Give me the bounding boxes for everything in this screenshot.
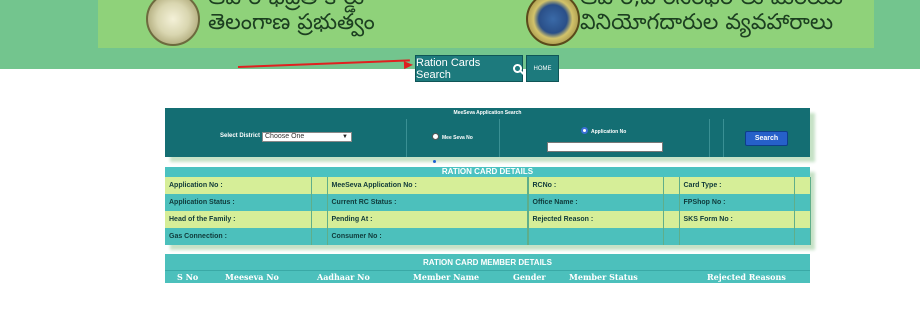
label-rejected-reason: Rejected Reason :: [528, 211, 664, 228]
table-row: Application No : MeeSeva Application No …: [165, 177, 811, 194]
label-consumer-no: Consumer No :: [327, 228, 528, 245]
label-head-of-family: Head of the Family :: [165, 211, 312, 228]
ration-card-details: RATION CARD DETAILS Application No : Mee…: [165, 167, 811, 245]
label-application-no: Application No :: [165, 177, 312, 194]
value-fp-shop-no: [794, 194, 811, 211]
value-rc-no: [663, 177, 680, 194]
chevron-down-icon: ▼: [342, 134, 348, 140]
label-application-status: Application Status :: [165, 194, 312, 211]
home-button[interactable]: HOME: [526, 55, 559, 82]
ration-cards-search-label: Ration Cards Search: [416, 56, 481, 81]
meeseva-no-label: Mee Seva No: [442, 135, 473, 141]
meeseva-no-radio[interactable]: [432, 133, 439, 140]
search-icon: [513, 64, 522, 73]
value-rejected-reason: [663, 211, 680, 228]
panel-divider: [499, 119, 500, 157]
empty-cell: [679, 228, 795, 245]
panel-divider: [723, 119, 724, 157]
label-meeseva-application-no: MeeSeva Application No :: [327, 177, 528, 194]
banner-title-right-2: వినియోగదారుల వ్యవహారాలు: [580, 10, 834, 35]
search-panel-title: MeeSeva Application Search: [453, 110, 522, 116]
district-select-value: Choose One: [265, 133, 305, 140]
label-rc-no: RCNo :: [528, 177, 664, 194]
district-select[interactable]: Choose One ▼: [262, 132, 352, 142]
column-header-rejected-reasons: Rejected Reasons: [707, 272, 786, 282]
ration-cards-search-button[interactable]: Ration Cards Search: [415, 55, 523, 82]
label-office-name: Office Name :: [528, 194, 664, 211]
empty-cell: [663, 228, 680, 245]
label-current-rc-status: Current RC Status :: [327, 194, 528, 211]
value-gas-connection: [311, 228, 328, 245]
loading-dot: [433, 160, 436, 163]
search-button[interactable]: Search: [745, 131, 788, 146]
banner-title-right-1: ఆహార,పౌరసరఫరాలు మరియు: [580, 0, 843, 10]
label-card-type: Card Type :: [679, 177, 795, 194]
column-header-gender: Gender: [513, 272, 546, 282]
banner-title-left-2: తెలంగాణ ప్రభుత్వం: [208, 10, 375, 35]
column-header-member-name: Member Name: [413, 272, 480, 282]
banner-title-left-1: ఆహార భద్రత కార్డు: [208, 0, 364, 10]
table-row: Head of the Family : Pending At : Reject…: [165, 211, 811, 228]
ration-card-details-table: Application No : MeeSeva Application No …: [165, 177, 811, 245]
value-sks-form-no: [794, 211, 811, 228]
empty-cell: [794, 228, 811, 245]
panel-divider: [709, 119, 710, 157]
site-banner: ఆహార భద్రత కార్డు తెలంగాణ ప్రభుత్వం ఆహార…: [98, 0, 874, 48]
application-no-label: Application No: [591, 129, 627, 135]
table-row: Application Status : Current RC Status :…: [165, 194, 811, 211]
table-row: Gas Connection : Consumer No :: [165, 228, 811, 245]
value-application-no: [311, 177, 328, 194]
value-application-status: [311, 194, 328, 211]
member-details: RATION CARD MEMBER DETAILS S No Meeseva …: [165, 254, 810, 283]
column-header-aadhaar-no: Aadhaar No: [317, 272, 370, 282]
panel-divider: [406, 119, 407, 157]
empty-cell: [528, 228, 664, 245]
application-no-input[interactable]: [547, 142, 663, 152]
value-office-name: [663, 194, 680, 211]
ration-card-details-title: RATION CARD DETAILS: [165, 167, 810, 177]
value-head-of-family: [311, 211, 328, 228]
meeseva-search-panel: MeeSeva Application Search Select Distri…: [165, 108, 810, 157]
label-sks-form-no: SKS Form No :: [679, 211, 795, 228]
select-district-label: Select District :: [220, 133, 264, 139]
home-label: HOME: [533, 65, 552, 72]
value-card-type: [794, 177, 811, 194]
label-fp-shop-no: FPShop No :: [679, 194, 795, 211]
telangana-emblem-icon: [146, 0, 200, 46]
column-header-meeseva-no: Meeseva No: [225, 272, 279, 282]
column-header-member-status: Member Status: [569, 272, 638, 282]
label-pending-at: Pending At :: [327, 211, 528, 228]
label-gas-connection: Gas Connection :: [165, 228, 312, 245]
application-no-radio[interactable]: [581, 127, 588, 134]
annotation-arrow-head-icon: [403, 60, 414, 70]
column-header-s-no: S No: [177, 272, 199, 282]
member-details-title: RATION CARD MEMBER DETAILS: [165, 254, 810, 271]
member-details-header-row: S No Meeseva No Aadhaar No Member Name G…: [165, 271, 810, 283]
department-logo-icon: [526, 0, 580, 46]
